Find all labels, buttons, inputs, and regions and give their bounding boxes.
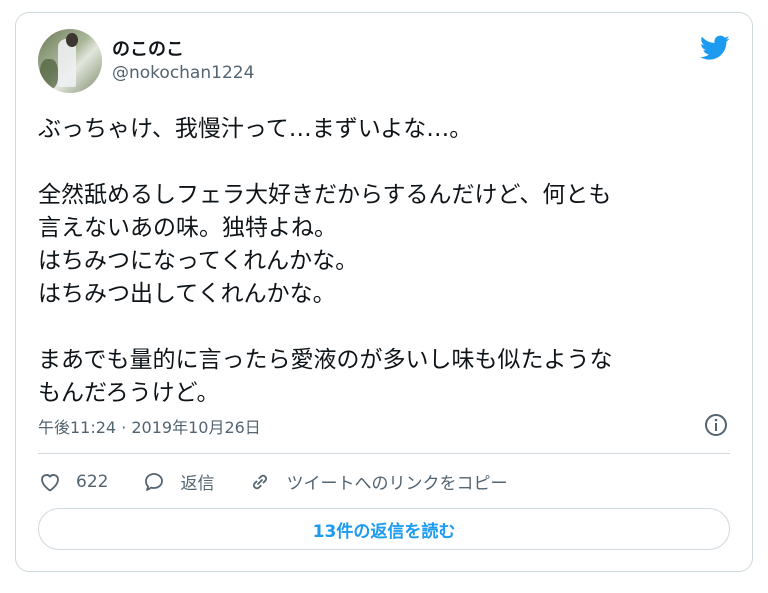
heart-icon [41,473,59,491]
copy-link-button[interactable]: ツイートへのリンクをコピー [248,469,507,494]
divider [38,453,730,454]
reply-label: 返信 [180,474,215,494]
tweet-actions: 622 返信 ツイートへのリンクをコピー [38,469,541,494]
avatar[interactable] [38,29,102,93]
twitter-bird-icon[interactable] [700,35,730,61]
reply-bubble-icon [145,472,164,491]
tweet-text: ぶっちゃけ、我慢汁って…まずいよな…。 全然舐めるしフェラ大好きだからするんだけ… [38,116,613,406]
tweet-timestamp[interactable]: 午後11:24 · 2019年10月26日 [38,414,261,438]
like-count: 622 [76,471,109,492]
info-icon[interactable] [704,413,728,437]
read-replies-button[interactable]: 13件の返信を読む [38,508,730,550]
display-name[interactable]: のこのこ [112,35,184,61]
user-handle[interactable]: @nokochan1224 [112,63,254,83]
copy-link-label: ツイートへのリンクをコピー [286,474,508,494]
link-icon [253,474,268,489]
tweet-card: のこのこ @nokochan1224 ぶっちゃけ、我慢汁って…まずいよな…。 全… [15,12,753,572]
like-button[interactable]: 622 [38,470,108,494]
reply-button[interactable]: 返信 [142,469,214,494]
